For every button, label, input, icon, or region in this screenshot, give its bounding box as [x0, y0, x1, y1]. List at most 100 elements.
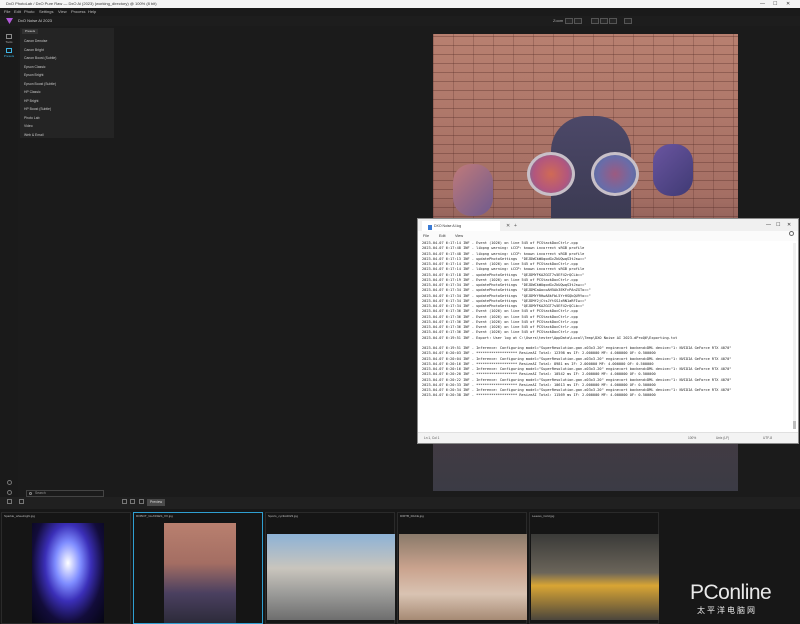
vertical-scrollbar[interactable]	[793, 243, 796, 429]
zoom-200-button[interactable]	[609, 18, 617, 24]
zoom-50-button[interactable]	[591, 18, 599, 24]
zoom-fit-button[interactable]	[565, 18, 573, 24]
presets-header: Presets	[20, 28, 114, 35]
minimize-button[interactable]: —	[760, 0, 765, 8]
statue-right-hand	[653, 144, 693, 196]
thumb-image	[399, 534, 527, 620]
filmstrip-toolbar: Preview	[0, 497, 800, 509]
filmstrip-thumb[interactable]: ROBOT_GLASSES_XX.jpg	[133, 512, 263, 624]
tools-icon	[6, 34, 12, 39]
new-tab-icon[interactable]: +	[514, 221, 517, 231]
log-window-titlebar: DXO Noise AI.log ✕ + — ☐ ✕	[418, 219, 798, 231]
maximize-button[interactable]: ☐	[773, 0, 777, 8]
tools-tab[interactable]: Tools	[3, 34, 15, 44]
preset-item[interactable]: Video	[24, 124, 33, 128]
encoding: UTF-8	[763, 436, 773, 440]
presets-tab[interactable]: Presets	[3, 48, 15, 58]
preset-item[interactable]: Web & Email	[24, 133, 44, 137]
search-icon	[29, 492, 32, 495]
presets-icon	[6, 48, 12, 53]
settings-icon[interactable]	[7, 480, 12, 485]
glasses-left-lens	[527, 152, 575, 196]
thumb-filename: Leaves_Cold.jpg	[532, 514, 555, 518]
thumb-filename: Sparkle_wheelnight.jpg	[4, 514, 36, 518]
gear-icon[interactable]	[789, 231, 794, 236]
zoom-label: Zoom	[553, 18, 564, 23]
thumb-filename: ROBOT_GLASSES_XX.jpg	[136, 514, 173, 518]
presets-panel-tab[interactable]: Presets	[22, 29, 39, 34]
notepad-icon	[428, 225, 432, 230]
zoom-level: 100%	[688, 436, 697, 440]
presets-panel: Presets Canon Denoise Canon Bright Canon…	[20, 28, 114, 138]
thumb-image	[164, 523, 236, 623]
preset-item[interactable]: HP Classic	[24, 90, 41, 94]
log-close-button[interactable]: ✕	[787, 219, 791, 231]
compare-button[interactable]	[624, 18, 632, 24]
preset-item[interactable]: Epson Bright	[24, 73, 43, 77]
filmstrip-thumb[interactable]: DIRTB_RACE.jpg	[397, 512, 527, 624]
zoom-100-button[interactable]	[600, 18, 608, 24]
preset-item[interactable]: Epson Classic	[24, 65, 45, 69]
grid-view-icon[interactable]	[139, 499, 144, 504]
log-menu-bar: File Edit View	[418, 231, 798, 241]
search-input[interactable]: Search	[26, 490, 104, 497]
presets-tab-label: Presets	[3, 54, 15, 58]
line-ending: Unix (LF)	[716, 436, 730, 440]
log-status-bar: Ln 1, Col 1 100% Unix (LF) UTF-8	[418, 432, 798, 443]
single-view-icon[interactable]	[122, 499, 127, 504]
log-menu-edit[interactable]: Edit	[439, 231, 446, 241]
zoom-out-button[interactable]	[574, 18, 582, 24]
filmstrip-thumb[interactable]: Sparkle_wheelnight.jpg	[1, 512, 131, 624]
log-tab[interactable]: DXO Noise AI.log	[422, 221, 500, 231]
menu-settings[interactable]: Settings	[39, 8, 53, 16]
thumb-image	[32, 523, 104, 623]
thumb-filename: DIRTB_RACE.jpg	[400, 514, 424, 518]
menu-file[interactable]: File	[4, 8, 10, 16]
filmstrip-thumb[interactable]: Leaves_Cold.jpg	[529, 512, 659, 624]
window-title: DxO PhotoLab / DxO Pure Raw — DxO Ai (20…	[6, 1, 157, 6]
watermark-brand: PConline	[690, 581, 772, 604]
log-minimize-button[interactable]: —	[766, 219, 771, 231]
log-text-area[interactable]: 2023-04-07 6:17:14 INF - Event (1026) on…	[422, 241, 790, 431]
preset-item[interactable]: Photo Lab	[24, 116, 39, 120]
info-icon[interactable]	[7, 490, 12, 495]
search-placeholder: Search	[35, 491, 46, 495]
app-name: DxO Noise AI 2023	[18, 18, 53, 23]
menu-edit[interactable]: Edit	[14, 8, 21, 16]
menu-help[interactable]: Help	[88, 8, 96, 16]
app-header: DxO Noise AI 2023 Zoom	[0, 16, 800, 26]
preset-item[interactable]: Canon Boost (Subtle)	[24, 56, 56, 60]
filmstrip-thumb[interactable]: Sports_cyclist2023.jpg	[265, 512, 395, 624]
thumb-image	[267, 534, 395, 620]
menu-photo[interactable]: Photo	[24, 8, 34, 16]
split-view-icon[interactable]	[130, 499, 135, 504]
log-menu-view[interactable]: View	[455, 231, 463, 241]
monitor-icon[interactable]	[19, 499, 24, 504]
scrollbar-thumb[interactable]	[793, 421, 796, 429]
menu-process[interactable]: Process	[71, 8, 85, 16]
glasses-right-lens	[591, 152, 639, 196]
tool-strip: Tools Presets	[0, 26, 18, 512]
log-window: DXO Noise AI.log ✕ + — ☐ ✕ File Edit Vie…	[417, 218, 799, 444]
preset-item[interactable]: Epson Boost (Subtle)	[24, 82, 56, 86]
preset-item[interactable]: Canon Denoise	[24, 39, 47, 43]
title-bar: DxO PhotoLab / DxO Pure Raw — DxO Ai (20…	[0, 0, 800, 8]
thumb-filename: Sports_cyclist2023.jpg	[268, 514, 299, 518]
thumb-image	[531, 534, 659, 620]
tools-tab-label: Tools	[5, 40, 13, 44]
preset-item[interactable]: HP Bright	[24, 99, 38, 103]
log-line: 2023-04-07 6:20:38 INF - ***************…	[422, 393, 656, 398]
log-tab-title: DXO Noise AI.log	[434, 224, 462, 228]
log-menu-file[interactable]: File	[423, 231, 429, 241]
preview-button[interactable]: Preview	[147, 499, 166, 506]
watermark-subtitle: 太平洋电脑网	[697, 606, 757, 615]
tab-close-icon[interactable]: ✕	[506, 221, 510, 231]
preset-item[interactable]: HP Boost (Subtle)	[24, 107, 51, 111]
menu-view[interactable]: View	[58, 8, 67, 16]
menu-bar: File Edit Photo Settings View Process He…	[0, 8, 800, 16]
close-button[interactable]: ✕	[786, 0, 790, 8]
statue-left-hand	[453, 164, 493, 216]
preset-item[interactable]: Canon Bright	[24, 48, 44, 52]
log-maximize-button[interactable]: ☐	[776, 219, 780, 231]
filter-icon[interactable]	[7, 499, 12, 504]
